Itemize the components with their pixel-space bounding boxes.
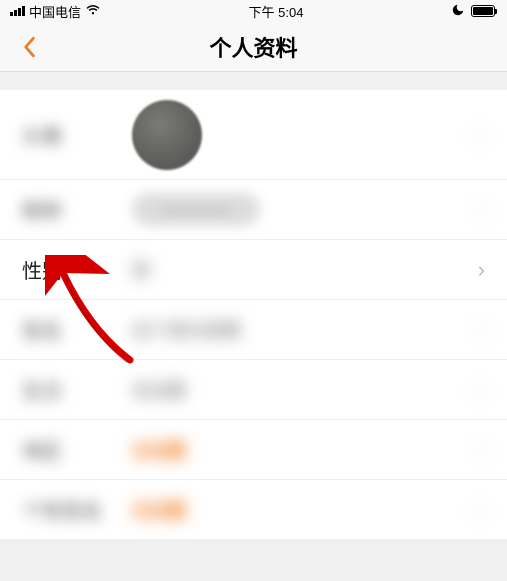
status-time: 下午 5:04	[249, 2, 304, 21]
row-value: 未设置	[132, 377, 478, 403]
chevron-right-icon: ›	[478, 257, 485, 283]
status-right	[451, 3, 497, 20]
row-gender[interactable]: 性别 男 ›	[0, 240, 507, 300]
row-label: 签名	[22, 315, 132, 344]
chevron-right-icon: ›	[478, 437, 485, 463]
signal-icon	[10, 6, 25, 16]
wifi-icon	[85, 4, 101, 19]
row-avatar[interactable]: 头像 ›	[0, 90, 507, 180]
row-blurred[interactable]: 签名 这个家伙很懒 ›	[0, 300, 507, 360]
row-label: 个性签名	[22, 495, 132, 524]
chevron-right-icon: ›	[478, 497, 485, 523]
row-label: 地区	[22, 435, 132, 464]
nav-bar: 个人资料	[0, 22, 507, 72]
status-left: 中国电信	[10, 2, 101, 21]
row-value	[132, 100, 478, 170]
row-label: 生日	[22, 375, 132, 404]
row-nickname[interactable]: 昵称 ———— ›	[0, 180, 507, 240]
moon-icon	[451, 3, 465, 20]
avatar	[132, 100, 202, 170]
chevron-left-icon	[22, 36, 36, 58]
back-button[interactable]	[14, 32, 44, 62]
chevron-right-icon: ›	[478, 377, 485, 403]
page-title: 个人资料	[209, 31, 297, 63]
status-bar: 中国电信 下午 5:04	[0, 0, 507, 22]
chevron-right-icon: ›	[478, 197, 485, 223]
carrier-label: 中国电信	[29, 2, 81, 21]
row-value: 这个家伙很懒	[132, 317, 478, 343]
row-label: 头像	[22, 120, 132, 149]
row-blurred[interactable]: 生日 未设置 ›	[0, 360, 507, 420]
chevron-right-icon: ›	[478, 122, 485, 148]
row-value: 去设置	[132, 437, 478, 463]
chevron-right-icon: ›	[478, 317, 485, 343]
row-value: ————	[132, 193, 478, 226]
row-label: 昵称	[22, 195, 132, 224]
row-blurred[interactable]: 个性签名 去设置 ›	[0, 480, 507, 540]
row-blurred[interactable]: 地区 去设置 ›	[0, 420, 507, 480]
row-value: 去设置	[132, 497, 478, 523]
battery-icon	[471, 5, 497, 17]
row-label: 性别	[22, 255, 132, 284]
profile-list: 头像 › 昵称 ———— › 性别 男 › 签名 这个家伙很懒 › 生日 未设置…	[0, 90, 507, 540]
row-value: 男	[132, 257, 478, 283]
